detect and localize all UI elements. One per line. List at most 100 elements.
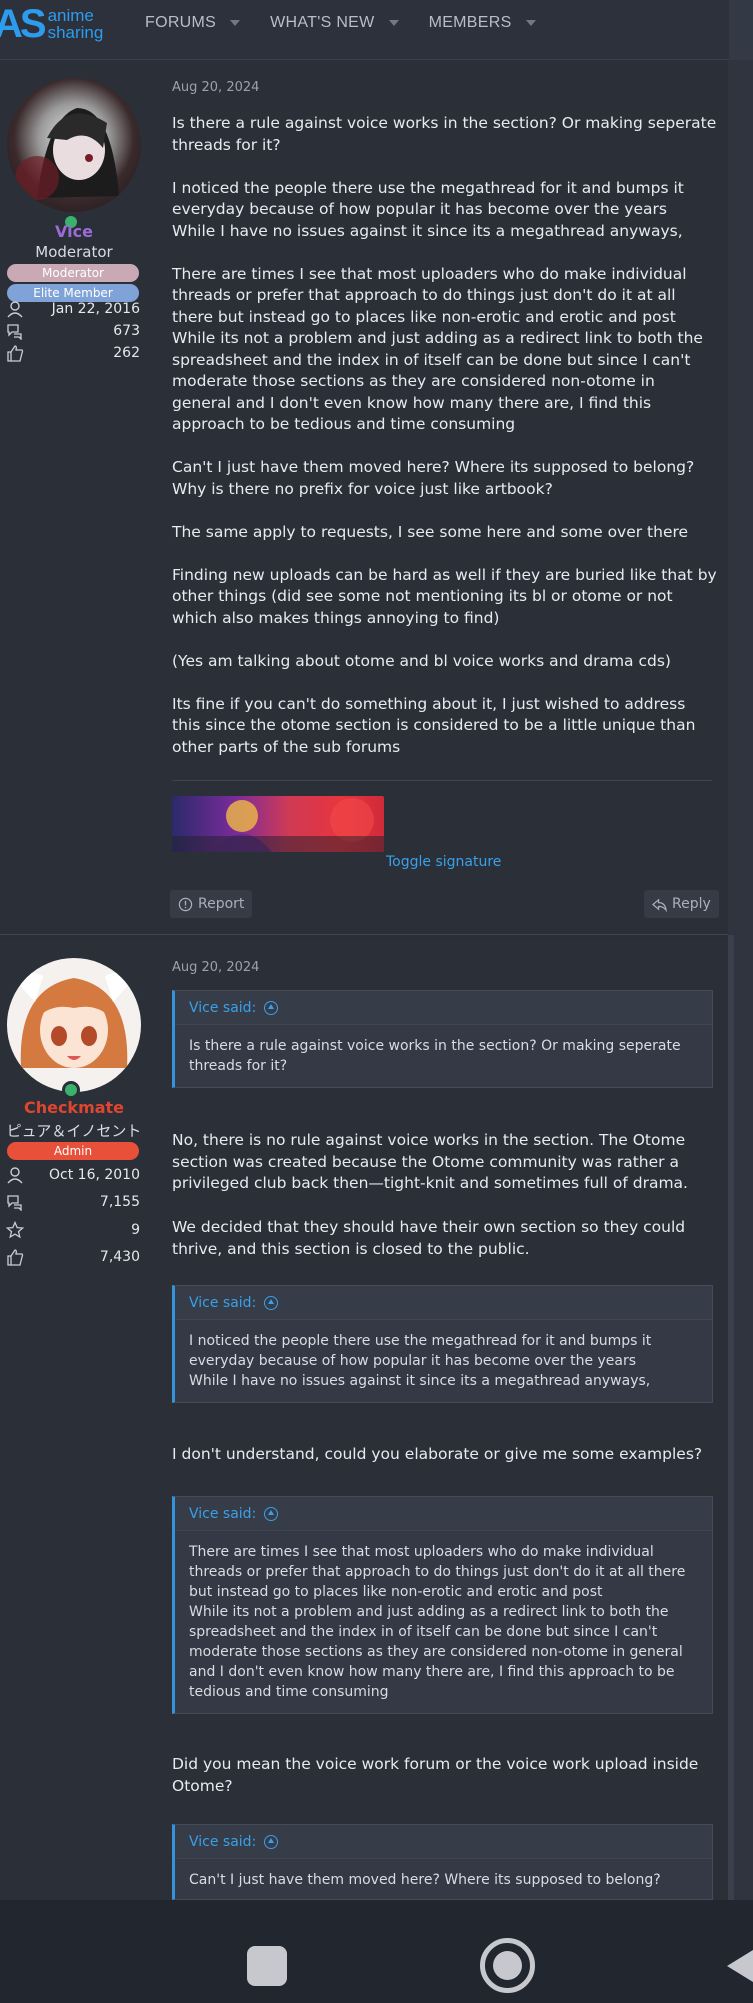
- messages-icon: [7, 324, 22, 340]
- avatar-art: [15, 108, 119, 200]
- nav-forums-label: FORUMS: [145, 14, 217, 31]
- post: Checkmate ピュア＆イノセント Admin Oct 16, 2010 7…: [0, 940, 728, 1900]
- message-paragraph: Can't I just have them moved here? Where…: [172, 458, 695, 498]
- user-messages: 7,155: [6, 1191, 140, 1213]
- reply-paragraph: We decided that they should have their o…: [172, 1218, 686, 1258]
- user-joined: Jan 22, 2016: [6, 298, 140, 320]
- quote-block: Vice said: Can't I just have them moved …: [172, 1824, 713, 1900]
- user-title: Moderator: [35, 243, 113, 261]
- post: Vice Moderator Moderator Elite Member Ja…: [0, 60, 728, 935]
- post-divider-strip: [728, 935, 734, 1900]
- message-paragraph: I noticed the people there use the megat…: [172, 178, 684, 240]
- arrow-up-circle-icon[interactable]: [264, 1000, 279, 1015]
- user-title: ピュア＆イノセント: [6, 1122, 142, 1140]
- user-icon: [7, 301, 23, 318]
- user-points-value: 9: [131, 1222, 140, 1238]
- username[interactable]: Checkmate: [0, 1098, 148, 1117]
- reply-paragraph: Did you mean the voice work forum or the…: [172, 1755, 699, 1795]
- quote-author[interactable]: Vice said:: [189, 1295, 256, 1311]
- user-reactions-value: 262: [113, 345, 140, 361]
- message-paragraph: Is there a rule against voice works in t…: [172, 114, 717, 154]
- user-messages-value: 7,155: [99, 1194, 140, 1210]
- user-joined-value: Oct 16, 2010: [49, 1167, 140, 1183]
- arrow-up-circle-icon[interactable]: [264, 1506, 279, 1521]
- report-label: Report: [198, 896, 245, 912]
- user-banner-admin: Admin: [7, 1142, 139, 1160]
- report-icon: [178, 897, 193, 911]
- back-button[interactable]: [727, 1950, 753, 1982]
- chevron-down-icon[interactable]: [525, 20, 536, 26]
- recents-button[interactable]: [247, 1946, 287, 1986]
- nav-whats-new-label: WHAT'S NEW: [270, 14, 375, 31]
- nav-whats-new[interactable]: WHAT'S NEW: [270, 14, 399, 32]
- user-joined: Oct 16, 2010: [6, 1164, 140, 1186]
- post-date[interactable]: Aug 20, 2024: [172, 80, 259, 95]
- user-reactions-value: 7,430: [99, 1249, 140, 1265]
- thumbs-up-icon: [7, 1249, 24, 1266]
- avatar-art: [13, 972, 135, 1068]
- reply-paragraph: I don't understand, could you elaborate …: [172, 1445, 703, 1463]
- user-messages-value: 673: [113, 323, 140, 339]
- user-messages: 673: [6, 320, 140, 342]
- report-button[interactable]: Report: [170, 890, 253, 918]
- reply-paragraph: No, there is no rule against voice works…: [172, 1131, 688, 1192]
- username[interactable]: Vice: [0, 222, 148, 241]
- chevron-down-icon[interactable]: [388, 20, 399, 26]
- quote-author[interactable]: Vice said:: [189, 1506, 256, 1522]
- top-bar: AS anime sharing FORUMS WHAT'S NEW MEMBE…: [0, 0, 753, 60]
- message-paragraph: Its fine if you can't do something about…: [172, 694, 696, 756]
- quote-block: Vice said: There are times I see that mo…: [172, 1496, 713, 1714]
- message-paragraph: The same apply to requests, I see some h…: [172, 522, 689, 541]
- home-button[interactable]: [480, 1938, 535, 1993]
- quote-block: Vice said: I noticed the people there us…: [172, 1285, 713, 1403]
- reply-label: Reply: [672, 896, 711, 912]
- user-points: 9: [6, 1219, 140, 1241]
- signature-art: [172, 798, 384, 852]
- post-date[interactable]: Aug 20, 2024: [172, 960, 259, 975]
- quote-header[interactable]: Vice said:: [175, 991, 712, 1025]
- header-edge: [729, 0, 753, 60]
- quote-author[interactable]: Vice said:: [189, 1000, 256, 1016]
- star-icon: [6, 1221, 24, 1239]
- message-paragraph: Finding new uploads can be hard as well …: [172, 565, 717, 627]
- logo-line-2: sharing: [47, 23, 104, 42]
- signature-image: [172, 796, 384, 852]
- arrow-up-circle-icon[interactable]: [264, 1834, 279, 1849]
- logo-text: anime sharing: [48, 7, 104, 41]
- logo-mark: AS: [0, 1, 47, 46]
- toggle-signature-link[interactable]: Toggle signature: [386, 854, 501, 870]
- user-reactions: 262: [6, 342, 140, 364]
- user-banner-moderator: Moderator: [7, 264, 139, 282]
- online-status-icon: [62, 1081, 80, 1099]
- nav-members-label: MEMBERS: [428, 14, 512, 31]
- quote-header[interactable]: Vice said:: [175, 1286, 712, 1320]
- reply-button[interactable]: Reply: [644, 890, 719, 918]
- system-nav-bar: [0, 1900, 753, 2003]
- chevron-down-icon[interactable]: [230, 20, 241, 26]
- quote-text: Can't I just have them moved here? Where…: [189, 1872, 661, 1888]
- site-logo[interactable]: AS anime sharing: [0, 2, 103, 46]
- quote-text: I noticed the people there use the megat…: [189, 1333, 652, 1389]
- message-paragraph: There are times I see that most uploader…: [172, 264, 703, 434]
- avatar[interactable]: [7, 78, 141, 212]
- quote-header[interactable]: Vice said:: [175, 1825, 712, 1859]
- quote-block: Vice said: Is there a rule against voice…: [172, 990, 713, 1088]
- reply-icon: [652, 898, 667, 912]
- main-nav: FORUMS WHAT'S NEW MEMBERS: [145, 0, 566, 46]
- quote-author[interactable]: Vice said:: [189, 1834, 256, 1850]
- quote-header[interactable]: Vice said:: [175, 1497, 712, 1531]
- post-message: Is there a rule against voice works in t…: [172, 113, 717, 780]
- quote-text: There are times I see that most uploader…: [189, 1544, 686, 1700]
- user-joined-value: Jan 22, 2016: [51, 301, 140, 317]
- signature-divider: [172, 780, 712, 781]
- avatar[interactable]: [7, 958, 141, 1092]
- message-paragraph: (Yes am talking about otome and bl voice…: [172, 651, 671, 670]
- user-reactions: 7,430: [6, 1246, 140, 1268]
- thumbs-up-icon: [7, 345, 24, 362]
- quote-text: Is there a rule against voice works in t…: [189, 1038, 681, 1074]
- user-icon: [7, 1167, 23, 1184]
- nav-forums[interactable]: FORUMS: [145, 14, 241, 32]
- nav-members[interactable]: MEMBERS: [429, 14, 536, 32]
- arrow-up-circle-icon[interactable]: [264, 1295, 279, 1310]
- messages-icon: [7, 1195, 22, 1211]
